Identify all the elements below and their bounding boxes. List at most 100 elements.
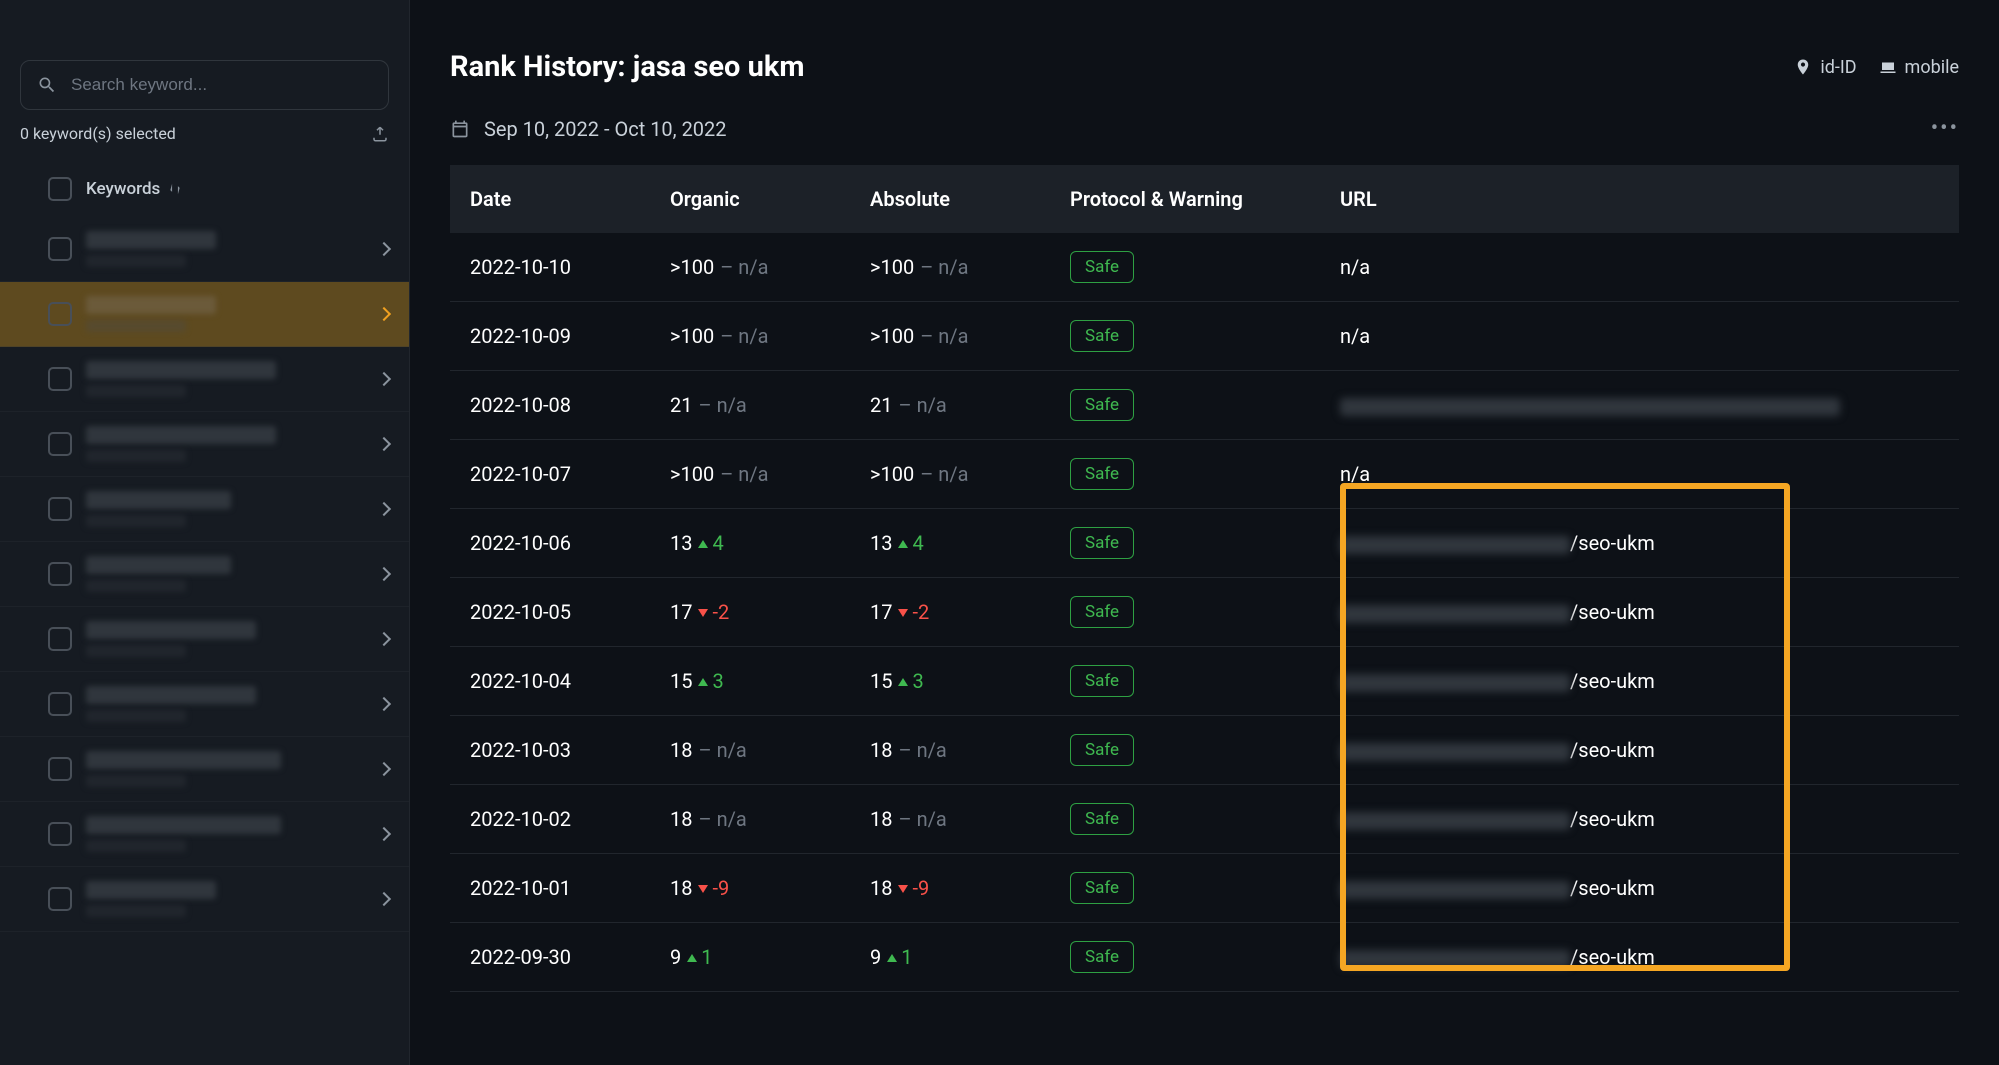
select-all-checkbox[interactable]	[48, 177, 72, 201]
keyword-title-blur	[86, 621, 256, 639]
cell-organic: >100– n/a	[650, 233, 850, 302]
cell-absolute: 91	[850, 923, 1050, 992]
table-row[interactable]: 2022-10-07>100– n/a>100– n/aSafen/a	[450, 440, 1959, 509]
url-suffix: /seo-ukm	[1570, 738, 1655, 762]
table-row[interactable]: 2022-10-06134134Safex/seo-ukm	[450, 509, 1959, 578]
url-blur: x	[1340, 674, 1570, 692]
table-row[interactable]: 2022-10-0118-918-9Safex/seo-ukm	[450, 854, 1959, 923]
cell-organic: >100– n/a	[650, 302, 850, 371]
keyword-item[interactable]	[0, 867, 409, 932]
keyword-checkbox[interactable]	[48, 367, 72, 391]
keyword-checkbox[interactable]	[48, 627, 72, 651]
safe-badge: Safe	[1070, 389, 1134, 421]
url-na: n/a	[1340, 255, 1370, 279]
keyword-checkbox[interactable]	[48, 237, 72, 261]
chevron-right-icon	[377, 892, 391, 906]
keyword-list-header[interactable]: Keywords	[0, 161, 409, 217]
cell-organic: 21– n/a	[650, 371, 850, 440]
export-icon[interactable]	[371, 125, 389, 143]
col-date[interactable]: Date	[450, 165, 650, 233]
more-menu[interactable]: •••	[1931, 116, 1959, 141]
table-row[interactable]: 2022-10-0821– n/a21– n/aSafex	[450, 371, 1959, 440]
cell-date: 2022-09-30	[450, 923, 650, 992]
keyword-text	[86, 491, 379, 527]
keyword-checkbox[interactable]	[48, 302, 72, 326]
chevron-right-icon	[377, 567, 391, 581]
cell-url: n/a	[1320, 233, 1959, 302]
cell-organic: 153	[650, 647, 850, 716]
keyword-sub-blur	[86, 710, 186, 722]
keyword-checkbox[interactable]	[48, 497, 72, 521]
arrow-up-icon	[898, 540, 908, 548]
keyword-item[interactable]	[0, 217, 409, 282]
keyword-sub-blur	[86, 320, 186, 332]
keyword-item[interactable]	[0, 802, 409, 867]
location-icon	[1794, 58, 1812, 76]
keyword-item[interactable]	[0, 737, 409, 802]
chevron-right-icon	[377, 307, 391, 321]
search-box[interactable]	[20, 60, 389, 110]
col-absolute[interactable]: Absolute	[850, 165, 1050, 233]
table-row[interactable]: 2022-10-09>100– n/a>100– n/aSafen/a	[450, 302, 1959, 371]
keyword-sub-blur	[86, 255, 186, 267]
table-row[interactable]: 2022-10-10>100– n/a>100– n/aSafen/a	[450, 233, 1959, 302]
keyword-checkbox[interactable]	[48, 822, 72, 846]
keyword-sub-blur	[86, 385, 186, 397]
keyword-item[interactable]	[0, 412, 409, 477]
selected-count: 0 keyword(s) selected	[20, 124, 176, 143]
keyword-checkbox[interactable]	[48, 757, 72, 781]
keyword-item[interactable]	[0, 282, 409, 347]
cell-absolute: 17-2	[850, 578, 1050, 647]
date-range-picker[interactable]: Sep 10, 2022 - Oct 10, 2022	[450, 117, 727, 141]
url-suffix: /seo-ukm	[1570, 531, 1655, 555]
sort-icon[interactable]	[168, 182, 182, 196]
keyword-checkbox[interactable]	[48, 692, 72, 716]
col-protocol[interactable]: Protocol & Warning	[1050, 165, 1320, 233]
safe-badge: Safe	[1070, 665, 1134, 697]
keyword-checkbox[interactable]	[48, 432, 72, 456]
main-content: Rank History: jasa seo ukm id-ID mobile …	[410, 0, 1999, 1065]
table-row[interactable]: 2022-10-04153153Safex/seo-ukm	[450, 647, 1959, 716]
keyword-checkbox[interactable]	[48, 887, 72, 911]
cell-url: x/seo-ukm	[1320, 578, 1959, 647]
keyword-text	[86, 556, 379, 592]
keyword-item[interactable]	[0, 347, 409, 412]
keyword-item[interactable]	[0, 477, 409, 542]
keyword-title-blur	[86, 296, 216, 314]
keyword-text	[86, 426, 379, 462]
cell-date: 2022-10-02	[450, 785, 650, 854]
cell-date: 2022-10-07	[450, 440, 650, 509]
keyword-checkbox[interactable]	[48, 562, 72, 586]
keyword-item[interactable]	[0, 607, 409, 672]
arrow-down-icon	[698, 885, 708, 893]
cell-absolute: 21– n/a	[850, 371, 1050, 440]
safe-badge: Safe	[1070, 251, 1134, 283]
url-blur: x	[1340, 605, 1570, 623]
keyword-item[interactable]	[0, 672, 409, 737]
table-row[interactable]: 2022-10-0517-217-2Safex/seo-ukm	[450, 578, 1959, 647]
keyword-text	[86, 361, 379, 397]
cell-protocol: Safe	[1050, 716, 1320, 785]
keyword-sub-blur	[86, 515, 186, 527]
cell-protocol: Safe	[1050, 440, 1320, 509]
chevron-right-icon	[377, 502, 391, 516]
table-row[interactable]: 2022-10-0318– n/a18– n/aSafex/seo-ukm	[450, 716, 1959, 785]
table-row[interactable]: 2022-09-309191Safex/seo-ukm	[450, 923, 1959, 992]
col-organic[interactable]: Organic	[650, 165, 850, 233]
cell-organic: 18– n/a	[650, 716, 850, 785]
keyword-item[interactable]	[0, 542, 409, 607]
keyword-sub-blur	[86, 645, 186, 657]
cell-url: x/seo-ukm	[1320, 923, 1959, 992]
keyword-title-blur	[86, 556, 231, 574]
cell-protocol: Safe	[1050, 854, 1320, 923]
table-row[interactable]: 2022-10-0218– n/a18– n/aSafex/seo-ukm	[450, 785, 1959, 854]
search-input[interactable]	[71, 75, 372, 95]
url-suffix: /seo-ukm	[1570, 807, 1655, 831]
safe-badge: Safe	[1070, 596, 1134, 628]
safe-badge: Safe	[1070, 458, 1134, 490]
cell-absolute: >100– n/a	[850, 233, 1050, 302]
cell-protocol: Safe	[1050, 233, 1320, 302]
chevron-right-icon	[377, 827, 391, 841]
keyword-title-blur	[86, 361, 276, 379]
col-url[interactable]: URL	[1320, 165, 1959, 233]
